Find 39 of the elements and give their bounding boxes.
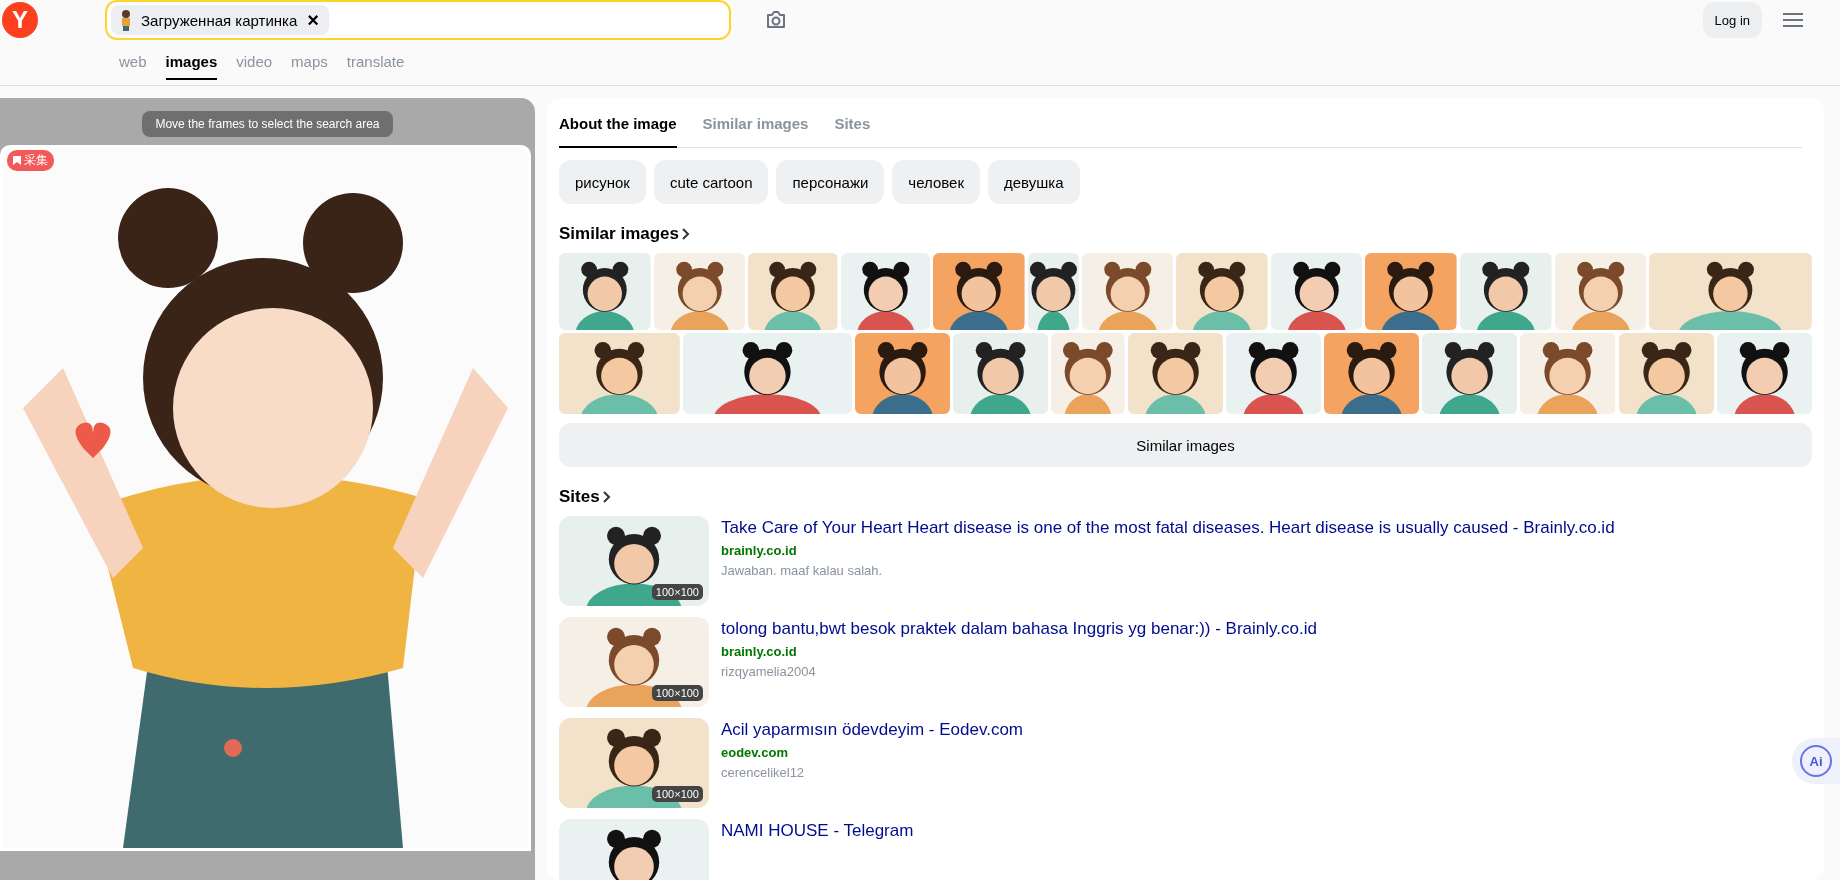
hint-label: Move the frames to select the search area bbox=[142, 111, 393, 137]
result-link[interactable]: Take Care of Your Heart Heart disease is one of the most fatal diseases. Heart disease is usually caused - Brainly.co.id bbox=[721, 518, 1615, 538]
login-button[interactable]: Log in bbox=[1702, 2, 1762, 38]
tag-chip[interactable]: человек bbox=[892, 160, 980, 204]
result-snippet: cerencelikel12 bbox=[721, 765, 806, 780]
bookmark-icon bbox=[13, 156, 21, 165]
menu-icon bbox=[1782, 12, 1804, 28]
tag-chip[interactable]: персонажи bbox=[776, 160, 885, 204]
remove-button[interactable]: × bbox=[305, 10, 321, 30]
size-label: 100×100 bbox=[651, 685, 703, 701]
result-link[interactable]: tolong bantu,bwt besok praktek dalam bahasa Inggris yg benar:)) - Brainly.co.id bbox=[721, 619, 1317, 639]
result-link[interactable]: Acil yaparmısın ödevdeyim - Eodev.com bbox=[721, 720, 1024, 740]
camera-button[interactable] bbox=[765, 10, 787, 30]
result-domain: brainly.co.id bbox=[721, 644, 798, 659]
tag-chip[interactable]: cute cartoon bbox=[653, 160, 769, 204]
chevron-icon bbox=[681, 227, 690, 241]
camera-icon bbox=[765, 10, 787, 30]
chip-label: Загруженная картинка bbox=[141, 11, 298, 29]
ai-button[interactable]: Ai bbox=[1792, 738, 1840, 784]
size-label: 100×100 bbox=[651, 786, 703, 802]
yandex-logo[interactable]: Y bbox=[2, 2, 38, 38]
figure-icon bbox=[119, 9, 133, 31]
badge-label: 采集 bbox=[24, 152, 48, 169]
search-field[interactable]: Загруженная картинка × bbox=[105, 0, 731, 40]
result-domain: eodev.com bbox=[721, 745, 789, 760]
size-label: 100×100 bbox=[651, 584, 703, 600]
result-domain: brainly.co.id bbox=[721, 543, 798, 558]
chevron-icon bbox=[601, 490, 611, 504]
tag-chip[interactable]: рисунок bbox=[559, 160, 646, 204]
result-snippet: Jawaban. maaf kalau salah. bbox=[721, 563, 884, 578]
section-title[interactable]: Sites bbox=[559, 487, 600, 507]
similar-images-button[interactable]: Similar images bbox=[559, 423, 1812, 467]
section-title[interactable]: Similar images bbox=[559, 224, 679, 244]
tag-chip[interactable]: девушка bbox=[988, 160, 1080, 204]
menu-button[interactable] bbox=[1782, 12, 1804, 28]
result-snippet: rizqyamelia2004 bbox=[721, 664, 817, 679]
result-tab[interactable]: About the image bbox=[559, 98, 677, 148]
result-link[interactable]: NAMI HOUSE - Telegram bbox=[721, 821, 914, 841]
nav-tab[interactable]: images bbox=[165, 49, 218, 80]
